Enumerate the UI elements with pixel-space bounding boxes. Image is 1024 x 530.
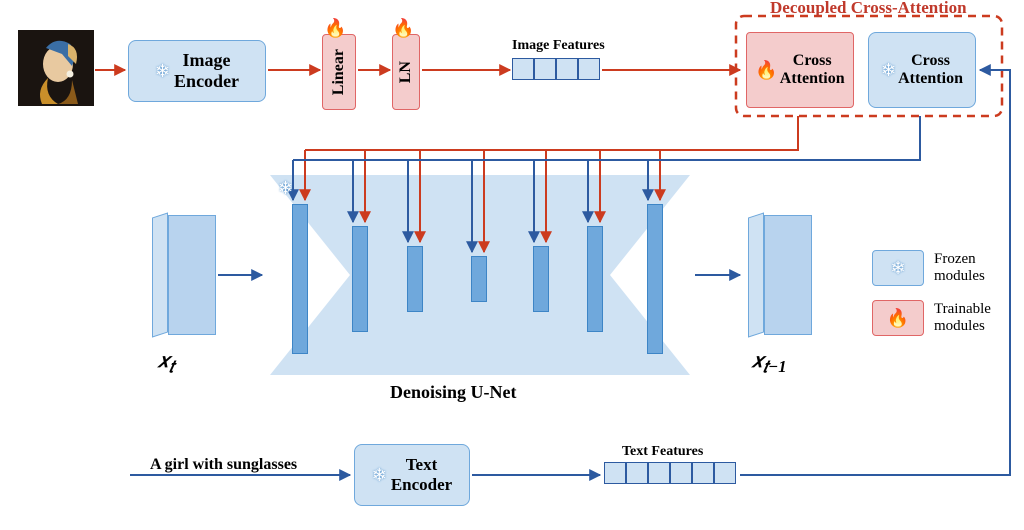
- text-prompt: A girl with sunglasses: [150, 456, 297, 474]
- xt-label: 𝑥𝑡: [158, 350, 174, 377]
- cross-attention-image-label: Cross Attention: [780, 52, 845, 88]
- xtm1-tensor: [748, 215, 764, 335]
- fire-icon: 🔥: [324, 18, 346, 39]
- feature-cell: [714, 462, 736, 484]
- xtm1-label: 𝑥𝑡−1: [752, 350, 787, 377]
- unet-bar: [471, 256, 487, 302]
- unet-label: Denoising U-Net: [390, 382, 517, 403]
- cross-attention-text-block: ❄ Cross Attention: [868, 32, 976, 108]
- cross-attention-image-block: 🔥 Cross Attention: [746, 32, 854, 108]
- feature-cell: [692, 462, 714, 484]
- text-encoder-block: ❄ Text Encoder: [354, 444, 470, 506]
- fire-icon: 🔥: [887, 308, 909, 329]
- fire-icon: 🔥: [755, 60, 777, 81]
- legend-frozen-label: Frozen modules: [934, 251, 985, 285]
- legend-frozen-swatch: ❄: [872, 250, 924, 286]
- snowflake-icon: ❄: [890, 258, 905, 279]
- fire-icon: 🔥: [392, 18, 414, 39]
- image-encoder-block: ❄ Image Encoder: [128, 40, 266, 102]
- linear-block: Linear: [322, 34, 356, 110]
- snowflake-icon: ❄: [278, 178, 293, 199]
- feature-cell: [604, 462, 626, 484]
- image-features: [512, 58, 600, 80]
- text-features: [604, 462, 736, 484]
- feature-cell: [534, 58, 556, 80]
- snowflake-icon: ❄: [155, 61, 170, 82]
- feature-cell: [626, 462, 648, 484]
- unet-bar: [292, 204, 308, 354]
- xt-tensor: [152, 215, 168, 335]
- text-features-label: Text Features: [622, 444, 703, 460]
- unet-bar: [647, 204, 663, 354]
- unet-bar: [533, 246, 549, 312]
- snowflake-icon: ❄: [881, 60, 896, 81]
- decoupled-cross-attention-title: Decoupled Cross-Attention: [770, 0, 967, 18]
- layernorm-label: LN: [397, 61, 415, 83]
- feature-cell: [648, 462, 670, 484]
- layernorm-block: LN: [392, 34, 420, 110]
- snowflake-icon: ❄: [372, 465, 387, 486]
- text-encoder-label: Text Encoder: [391, 455, 452, 495]
- unet-bar: [352, 226, 368, 332]
- input-image: [18, 30, 94, 106]
- legend: ❄ Frozen modules 🔥 Trainable modules: [872, 250, 991, 336]
- cross-attention-text-label: Cross Attention: [898, 52, 963, 88]
- unet-bar: [587, 226, 603, 332]
- legend-trainable-label: Trainable modules: [934, 301, 991, 335]
- image-features-label: Image Features: [512, 38, 605, 54]
- image-encoder-label: Image Encoder: [174, 50, 239, 92]
- feature-cell: [578, 58, 600, 80]
- feature-cell: [556, 58, 578, 80]
- linear-label: Linear: [330, 49, 348, 95]
- legend-trainable-swatch: 🔥: [872, 300, 924, 336]
- feature-cell: [670, 462, 692, 484]
- feature-cell: [512, 58, 534, 80]
- unet-bar: [407, 246, 423, 312]
